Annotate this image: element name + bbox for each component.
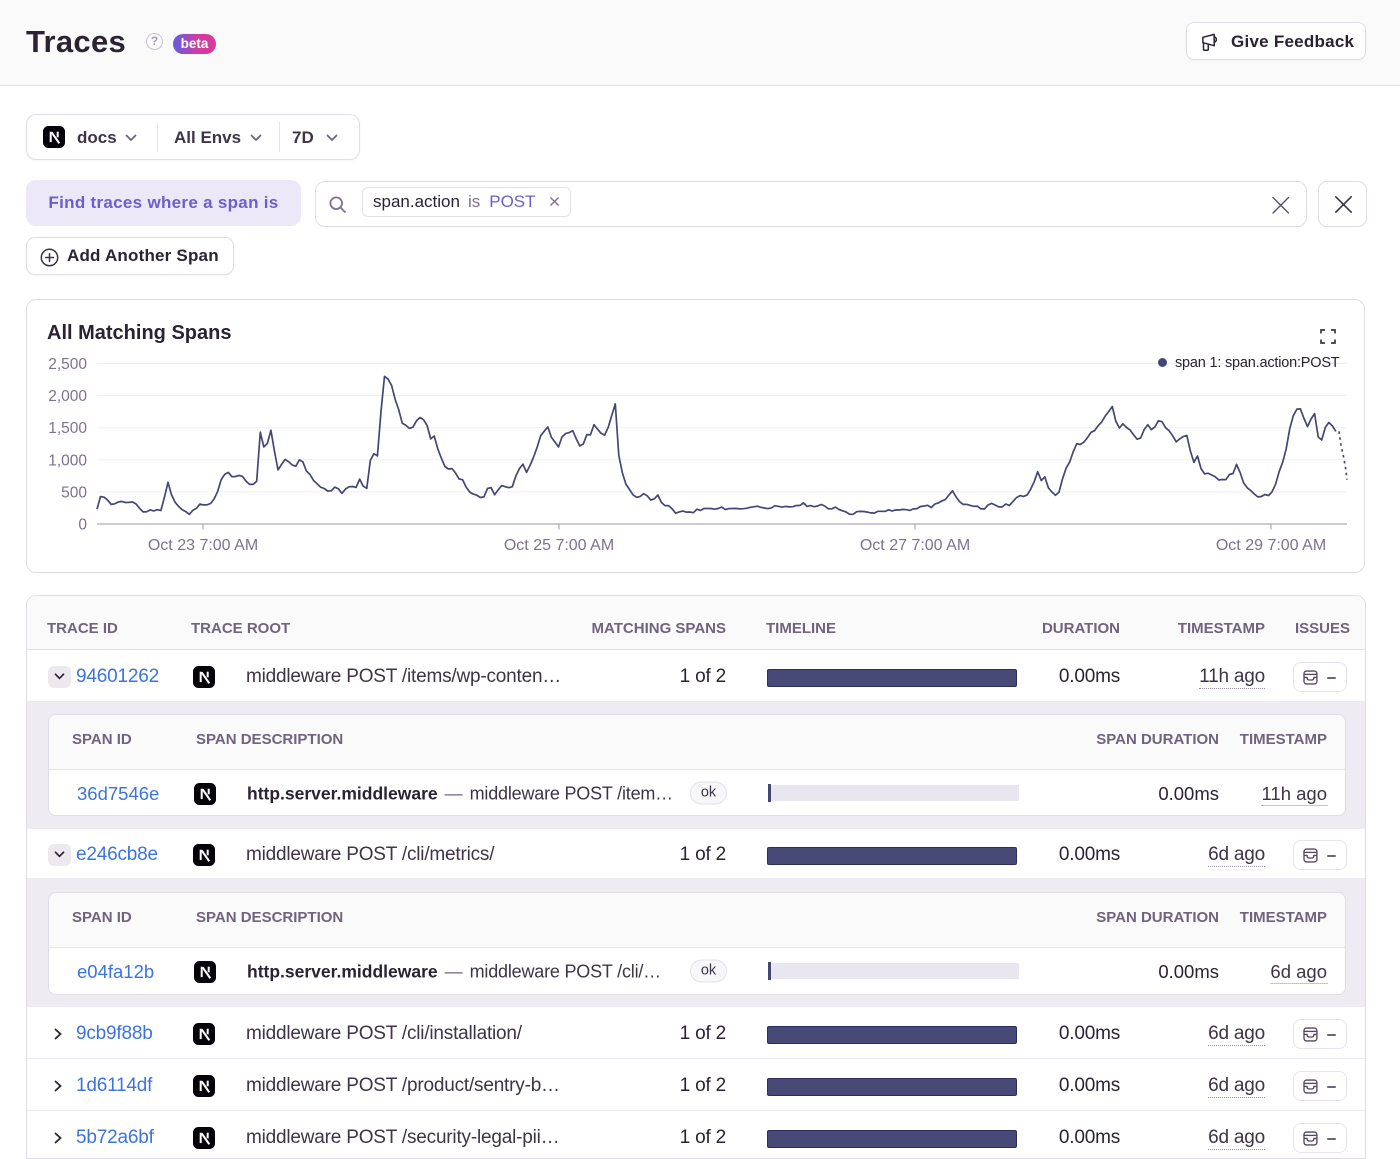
svg-text:1,000: 1,000 (48, 452, 87, 469)
svg-text:2,500: 2,500 (48, 356, 87, 373)
svg-text:Oct 25 7:00 AM: Oct 25 7:00 AM (504, 537, 614, 554)
svg-text:Oct 27 7:00 AM: Oct 27 7:00 AM (860, 537, 970, 554)
svg-text:0: 0 (78, 517, 87, 534)
svg-text:Oct 23 7:00 AM: Oct 23 7:00 AM (148, 537, 258, 554)
svg-text:2,000: 2,000 (48, 388, 87, 405)
svg-text:Oct 29 7:00 AM: Oct 29 7:00 AM (1216, 537, 1326, 554)
svg-text:500: 500 (61, 484, 87, 501)
svg-text:1,500: 1,500 (48, 420, 87, 437)
